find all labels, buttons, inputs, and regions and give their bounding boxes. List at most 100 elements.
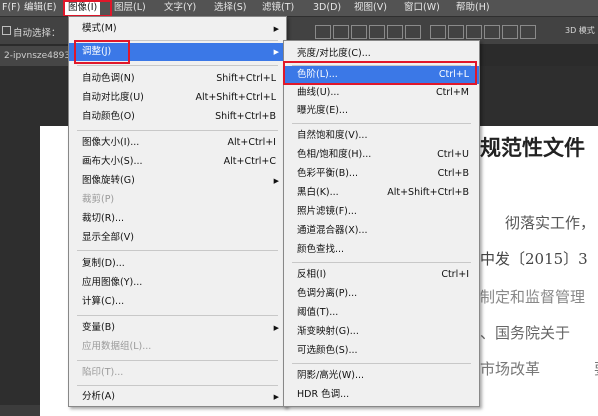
menu-item-canvas-size[interactable]: 画布大小(S)... Alt+Ctrl+C xyxy=(69,153,286,171)
submenu-arrow-icon: ▶ xyxy=(273,48,279,56)
menu-separator xyxy=(77,250,278,251)
3d-mode-label: 3D 模式 xyxy=(565,26,595,35)
menu-item-reveal-all[interactable]: 显示全部(V) xyxy=(69,229,286,247)
doc-title: 规范性文件 xyxy=(480,135,585,160)
align-right-icon[interactable] xyxy=(405,25,421,39)
align-left-icon[interactable] xyxy=(369,25,385,39)
callout-box-adjustments xyxy=(74,40,130,64)
menu-window[interactable]: 窗口(W) xyxy=(404,1,440,15)
move-tool-icon[interactable] xyxy=(2,26,11,35)
doc-line-5: 市场改革 xyxy=(480,360,541,378)
menu-item-apply-data-set[interactable]: 应用数据组(L)... xyxy=(69,338,286,356)
menu-item-variables[interactable]: 变量(B) ▶ xyxy=(69,319,286,337)
menu-help[interactable]: 帮助(H) xyxy=(456,1,490,15)
menu-item-image-size[interactable]: 图像大小(I)... Alt+Ctrl+I xyxy=(69,134,286,152)
menu-item-auto-tone[interactable]: 自动色调(N) Shift+Ctrl+L xyxy=(69,70,286,88)
doc-line-1: 彻落实工作， xyxy=(505,214,596,232)
menu-item-label: 裁剪(P) xyxy=(82,194,115,205)
auto-select-label: 自动选择： xyxy=(13,28,61,39)
menu-filter[interactable]: 滤镜(T) xyxy=(262,1,294,15)
menu-item-label: 自动对比度(U) xyxy=(82,92,144,103)
menu-3d[interactable]: 3D(D) xyxy=(313,1,341,15)
menu-item-label: 应用数据组(L)... xyxy=(82,341,152,352)
callout-box-image-menu xyxy=(63,0,112,17)
menu-item-label: 色彩平衡(B)... xyxy=(297,168,358,179)
menu-select[interactable]: 选择(S) xyxy=(214,1,246,15)
menu-item-exposure[interactable]: 曝光度(E)... xyxy=(284,102,479,120)
menu-item-label: 复制(D)... xyxy=(82,258,125,269)
image-menu: 模式(M) ▶ 调整(J) ▶ 自动色调(N) Shift+Ctrl+L 自动对比度(… xyxy=(68,16,287,407)
menu-item-color-lookup[interactable]: 颜色查找... xyxy=(284,241,479,259)
menu-item-label: 黑白(K)... xyxy=(297,187,339,198)
menu-item-photo-filter[interactable]: 照片滤镜(F)... xyxy=(284,203,479,221)
menu-item-label: 渐变映射(G)... xyxy=(297,326,359,337)
menu-item-hdr-toning[interactable]: HDR 色调... xyxy=(284,386,479,404)
distribute-left-icon[interactable] xyxy=(484,25,500,39)
doc-line-3: 制定和监督管理 xyxy=(480,288,586,306)
menu-item-label: 反相(I) xyxy=(297,269,327,280)
doc-line-6: 要 xyxy=(594,358,598,379)
menu-item-selective-color[interactable]: 可选颜色(S)... xyxy=(284,342,479,360)
menu-item-color-balance[interactable]: 色彩平衡(B)... Ctrl+B xyxy=(284,165,479,183)
menu-edit[interactable]: 编辑(E) xyxy=(24,1,56,15)
menu-item-label: 图像旋转(G) xyxy=(82,175,135,186)
menu-item-label: 照片滤镜(F)... xyxy=(297,206,357,217)
distribute-bottom-icon[interactable] xyxy=(466,25,482,39)
menu-item-invert[interactable]: 反相(I) Ctrl+I xyxy=(284,266,479,284)
menu-item-label: 阴影/高光(W)... xyxy=(297,370,365,381)
menu-item-posterize[interactable]: 色调分离(P)... xyxy=(284,285,479,303)
menu-item-label: 自然饱和度(V)... xyxy=(297,130,368,141)
menu-item-label: 曝光度(E)... xyxy=(297,105,348,116)
menu-item-gradient-map[interactable]: 渐变映射(G)... xyxy=(284,323,479,341)
align-top-icon[interactable] xyxy=(315,25,331,39)
menu-item-apply-image[interactable]: 应用图像(Y)... xyxy=(69,274,286,292)
menu-item-analysis[interactable]: 分析(A) ▶ xyxy=(69,388,286,406)
submenu-arrow-icon: ▶ xyxy=(273,177,279,185)
menu-layer[interactable]: 图层(L) xyxy=(114,1,146,15)
menu-item-trap[interactable]: 陷印(T)... xyxy=(69,364,286,382)
menu-item-vibrance[interactable]: 自然饱和度(V)... xyxy=(284,127,479,145)
menu-item-label: HDR 色调... xyxy=(297,389,350,400)
menu-item-label: 显示全部(V) xyxy=(82,232,134,243)
menu-item-image-rotation[interactable]: 图像旋转(G) ▶ xyxy=(69,172,286,190)
menu-item-black-white[interactable]: 黑白(K)... Alt+Shift+Ctrl+B xyxy=(284,184,479,202)
menu-item-mode[interactable]: 模式(M) ▶ xyxy=(69,20,286,38)
menu-item-duplicate[interactable]: 复制(D)... xyxy=(69,255,286,273)
menu-item-auto-color[interactable]: 自动颜色(O) Shift+Ctrl+B xyxy=(69,108,286,126)
menu-item-shadows-highlights[interactable]: 阴影/高光(W)... xyxy=(284,367,479,385)
distribute-top-icon[interactable] xyxy=(430,25,446,39)
distribute-center-icon[interactable] xyxy=(502,25,518,39)
menu-separator xyxy=(292,262,471,263)
menu-item-curves[interactable]: 曲线(U)... Ctrl+M xyxy=(284,84,479,102)
callout-box-levels xyxy=(283,61,477,85)
menu-type[interactable]: 文字(Y) xyxy=(164,1,196,15)
document-tab[interactable]: 2-ipvnsze4893 xyxy=(0,46,75,66)
align-bottom-icon[interactable] xyxy=(351,25,367,39)
menu-item-auto-contrast[interactable]: 自动对比度(U) Alt+Shift+Ctrl+L xyxy=(69,89,286,107)
menu-item-label: 自动颜色(O) xyxy=(82,111,135,122)
menu-item-shortcut: Ctrl+M xyxy=(435,87,469,98)
menu-item-calculations[interactable]: 计算(C)... xyxy=(69,293,286,311)
menu-item-label: 分析(A) xyxy=(82,391,115,402)
menu-item-trim[interactable]: 裁切(R)... xyxy=(69,210,286,228)
menu-item-label: 图像大小(I)... xyxy=(82,137,140,148)
menu-separator xyxy=(77,385,278,386)
menu-item-label: 变量(B) xyxy=(82,322,115,333)
align-center-icon[interactable] xyxy=(387,25,403,39)
menu-view[interactable]: 视图(V) xyxy=(354,1,387,15)
menu-separator xyxy=(77,65,278,66)
menu-item-label: 画布大小(S)... xyxy=(82,156,143,167)
menu-item-channel-mixer[interactable]: 通道混合器(X)... xyxy=(284,222,479,240)
menu-file[interactable]: F(F) xyxy=(2,1,20,15)
doc-line-2: 中发〔2015〕3 xyxy=(480,250,588,268)
menu-item-hue-saturation[interactable]: 色相/饱和度(H)... Ctrl+U xyxy=(284,146,479,164)
menu-item-label: 裁切(R)... xyxy=(82,213,125,224)
distribute-right-icon[interactable] xyxy=(520,25,536,39)
menu-item-threshold[interactable]: 阈值(T)... xyxy=(284,304,479,322)
menu-separator xyxy=(292,123,471,124)
doc-line-4: 、国务院关于 xyxy=(480,324,571,342)
align-middle-icon[interactable] xyxy=(333,25,349,39)
distribute-middle-icon[interactable] xyxy=(448,25,464,39)
menu-item-crop[interactable]: 裁剪(P) xyxy=(69,191,286,209)
menu-item-label: 颜色查找... xyxy=(297,244,345,255)
